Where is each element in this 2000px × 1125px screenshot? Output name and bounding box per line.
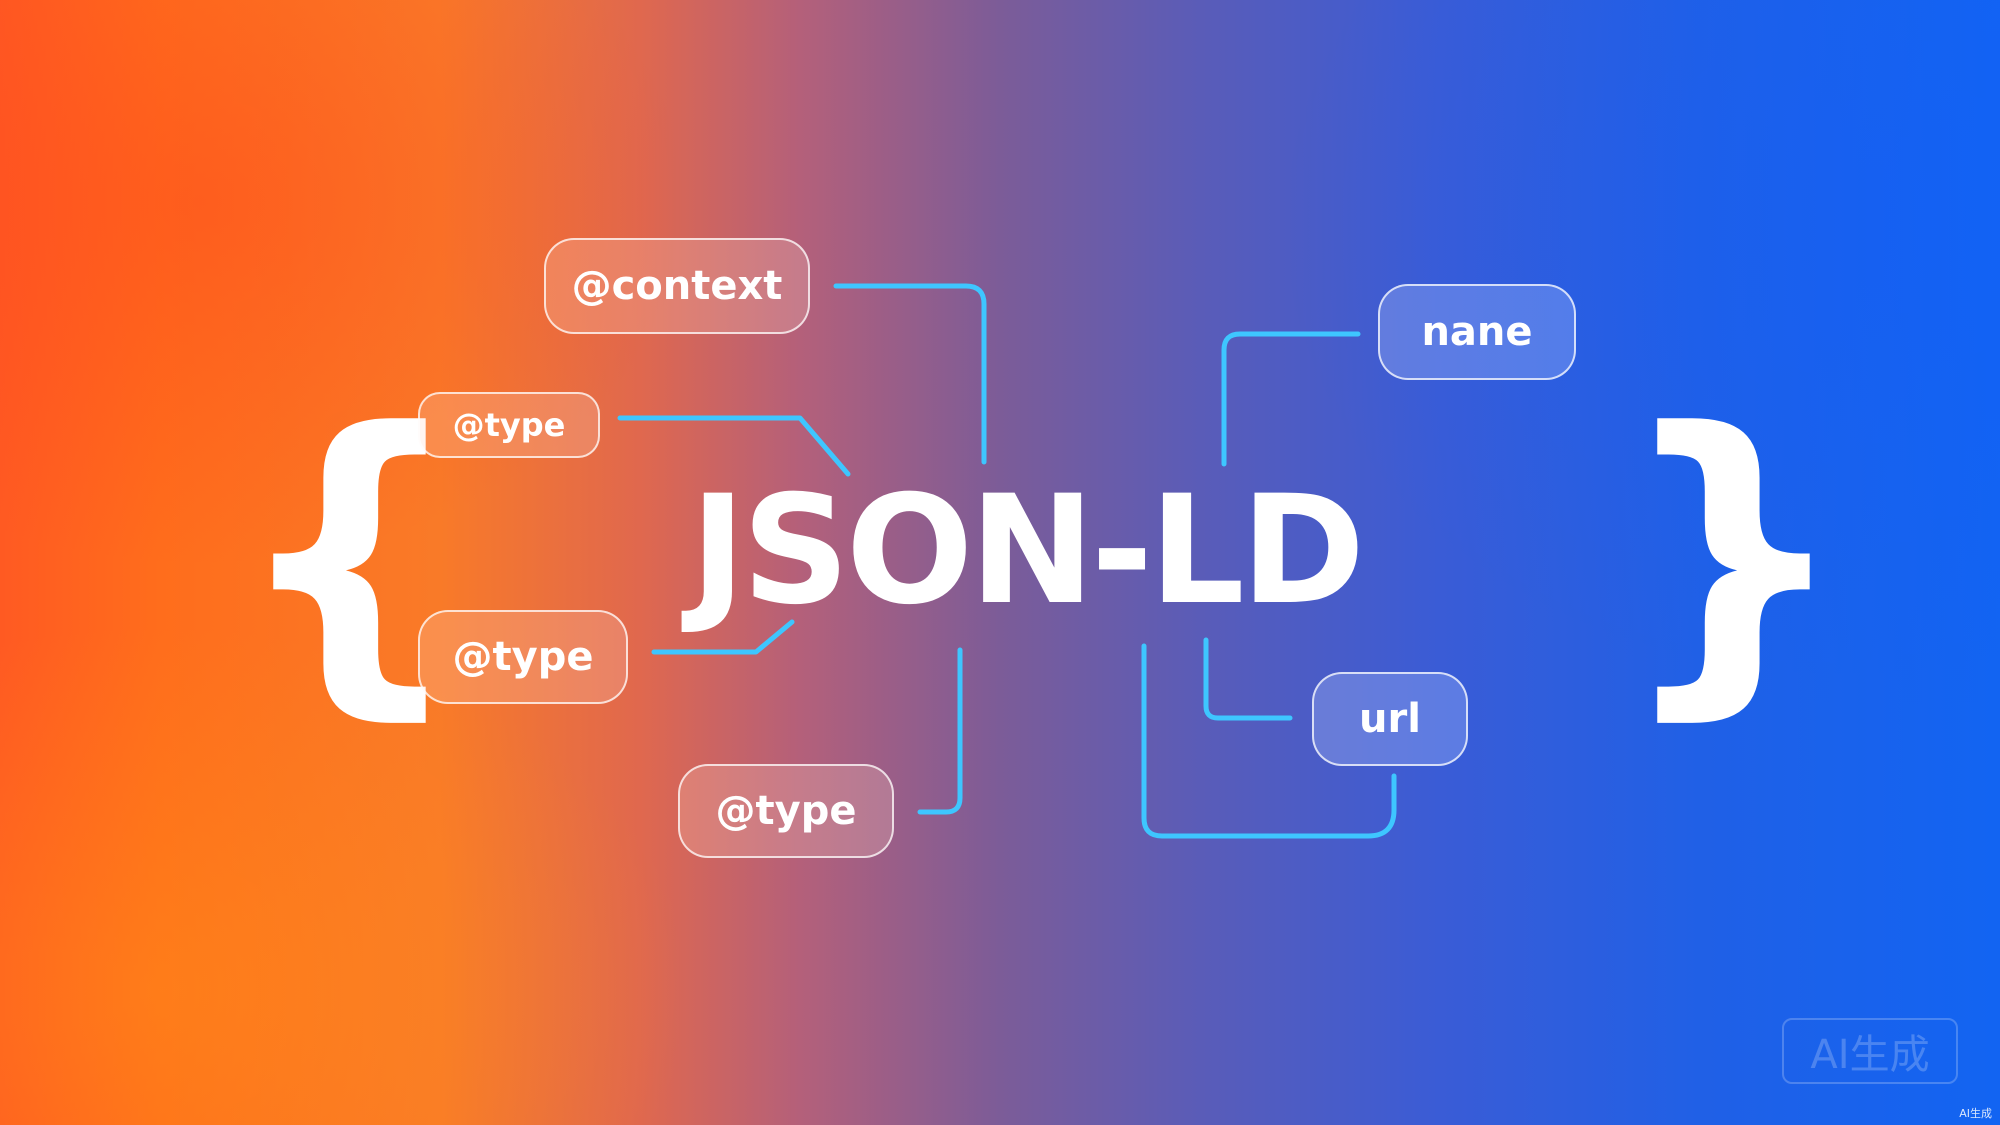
diagram-title: JSON-LD — [690, 464, 1365, 638]
node-type-left: @type — [418, 610, 628, 704]
node-context: @context — [544, 238, 810, 334]
ai-generated-watermark: AI生成 — [1782, 1018, 1958, 1084]
connector-type-bottom — [917, 647, 963, 815]
node-type-bottom: @type — [678, 764, 894, 858]
closing-brace: } — [1616, 363, 1851, 747]
connector-context — [833, 283, 987, 465]
connector-url — [1203, 637, 1293, 721]
node-url: url — [1312, 672, 1468, 766]
node-type-small: @type — [418, 392, 600, 458]
connector-name — [1221, 331, 1361, 467]
node-name: nane — [1378, 284, 1576, 380]
corner-watermark: AI生成 — [1959, 1107, 1992, 1120]
